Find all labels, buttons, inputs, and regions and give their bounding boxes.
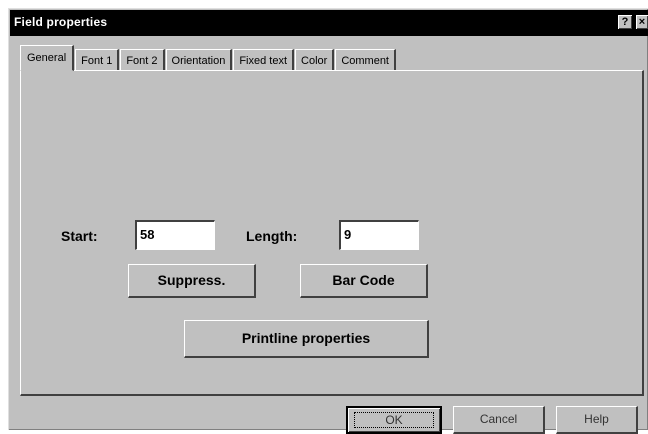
help-icon[interactable]: ?	[618, 15, 632, 29]
suppress-button[interactable]: Suppress.	[128, 264, 256, 298]
window-title: Field properties	[14, 15, 108, 29]
printline-properties-button[interactable]: Printline properties	[184, 320, 429, 358]
length-field[interactable]: 9	[339, 220, 419, 250]
general-tab-panel: Start: 58 Length: 9 Suppress. Bar Code P…	[20, 70, 644, 396]
bar-code-button[interactable]: Bar Code	[300, 264, 428, 298]
tab-comment[interactable]: Comment	[335, 49, 396, 71]
field-properties-dialog: Field properties ? × General Font 1 Font…	[8, 8, 648, 434]
tab-font-1[interactable]: Font 1	[75, 49, 120, 71]
title-bar[interactable]: Field properties ? ×	[10, 10, 648, 36]
start-field[interactable]: 58	[135, 220, 215, 250]
close-icon[interactable]: ×	[636, 15, 648, 29]
length-label: Length:	[246, 228, 298, 244]
start-label: Start:	[61, 228, 98, 244]
tab-orientation[interactable]: Orientation	[165, 49, 233, 71]
tab-fixed-text[interactable]: Fixed text	[233, 49, 295, 71]
tab-strip: General Font 1 Font 2 Orientation Fixed …	[20, 45, 397, 71]
focus-indicator	[354, 412, 434, 428]
tab-font-2[interactable]: Font 2	[120, 49, 165, 71]
tab-color[interactable]: Color	[295, 49, 335, 71]
tab-general[interactable]: General	[20, 45, 75, 71]
